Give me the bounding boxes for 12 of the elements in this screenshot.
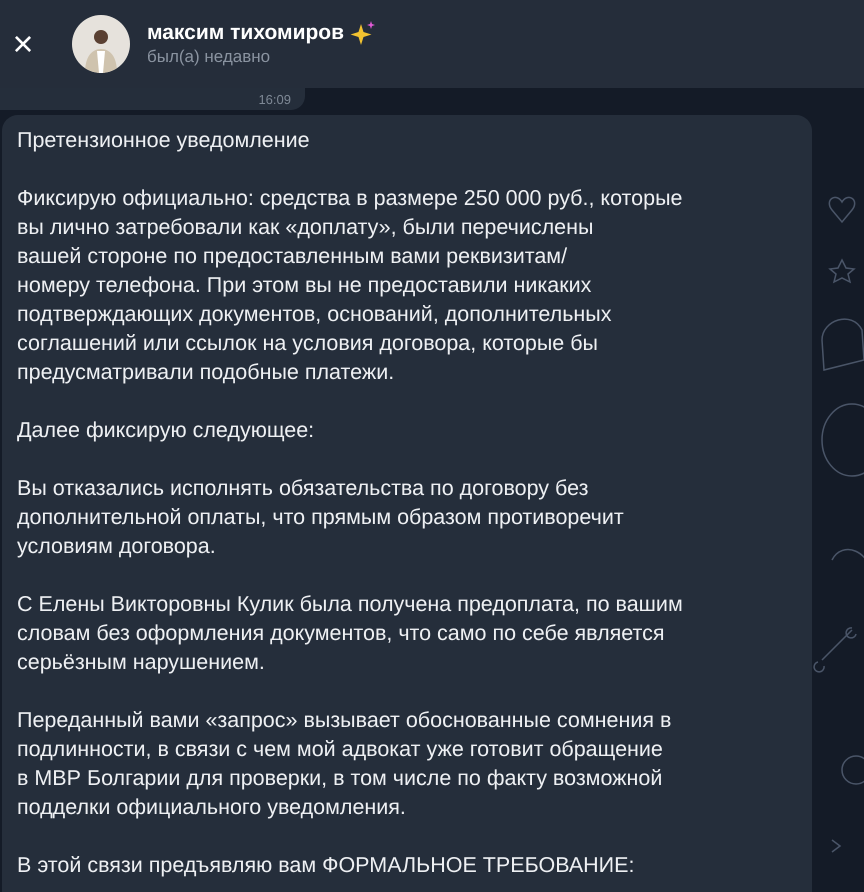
close-button[interactable]: × — [1, 22, 45, 66]
contact-name: максим тихомиров — [147, 20, 344, 46]
message-paragraph: В этой связи предъявляю вам ФОРМАЛЬНОЕ ТРЕБОВАНИЕ: — [17, 852, 636, 879]
message-time: 16:09 — [258, 93, 291, 107]
sparkle-icon — [350, 20, 376, 46]
message-paragraph: Далее фиксирую следующее: — [17, 417, 316, 444]
status-text: был(а) недавно — [147, 46, 272, 68]
message-paragraph: С Елены Викторовны Кулик была получена предоплата, по вашим словам без оформления документов, что само по себе является серьёзным нарушением. — [17, 591, 684, 676]
message-paragraph: Фиксирую официально: средства в размере 250 000 руб., которые вы лично затребовали как «доплату», были перечислены вашей стороне по предоставленным вами реквизитам/ номеру телефона. При этом вы не предоставили никаких подтверждающих документов, оснований, дополнительных соглашений или ссылок на условия договора, которые бы предусматривали подобные платежи. — [17, 185, 684, 386]
message-paragraph: Вы отказались исполнять обязательства по договору без дополнительной оплаты, что прямым образом противоречит условиям договора. — [17, 475, 625, 560]
message-paragraph: Претензионное уведомление — [17, 127, 311, 154]
message-paragraph: Переданный вами «запрос» вызывает обоснованные сомнения в подлинности, в связи с чем мой адвокат уже готовит обращение в МВР Болгарии для проверки, в том числе по факту возможной подделки официального уведомления. — [17, 707, 672, 821]
